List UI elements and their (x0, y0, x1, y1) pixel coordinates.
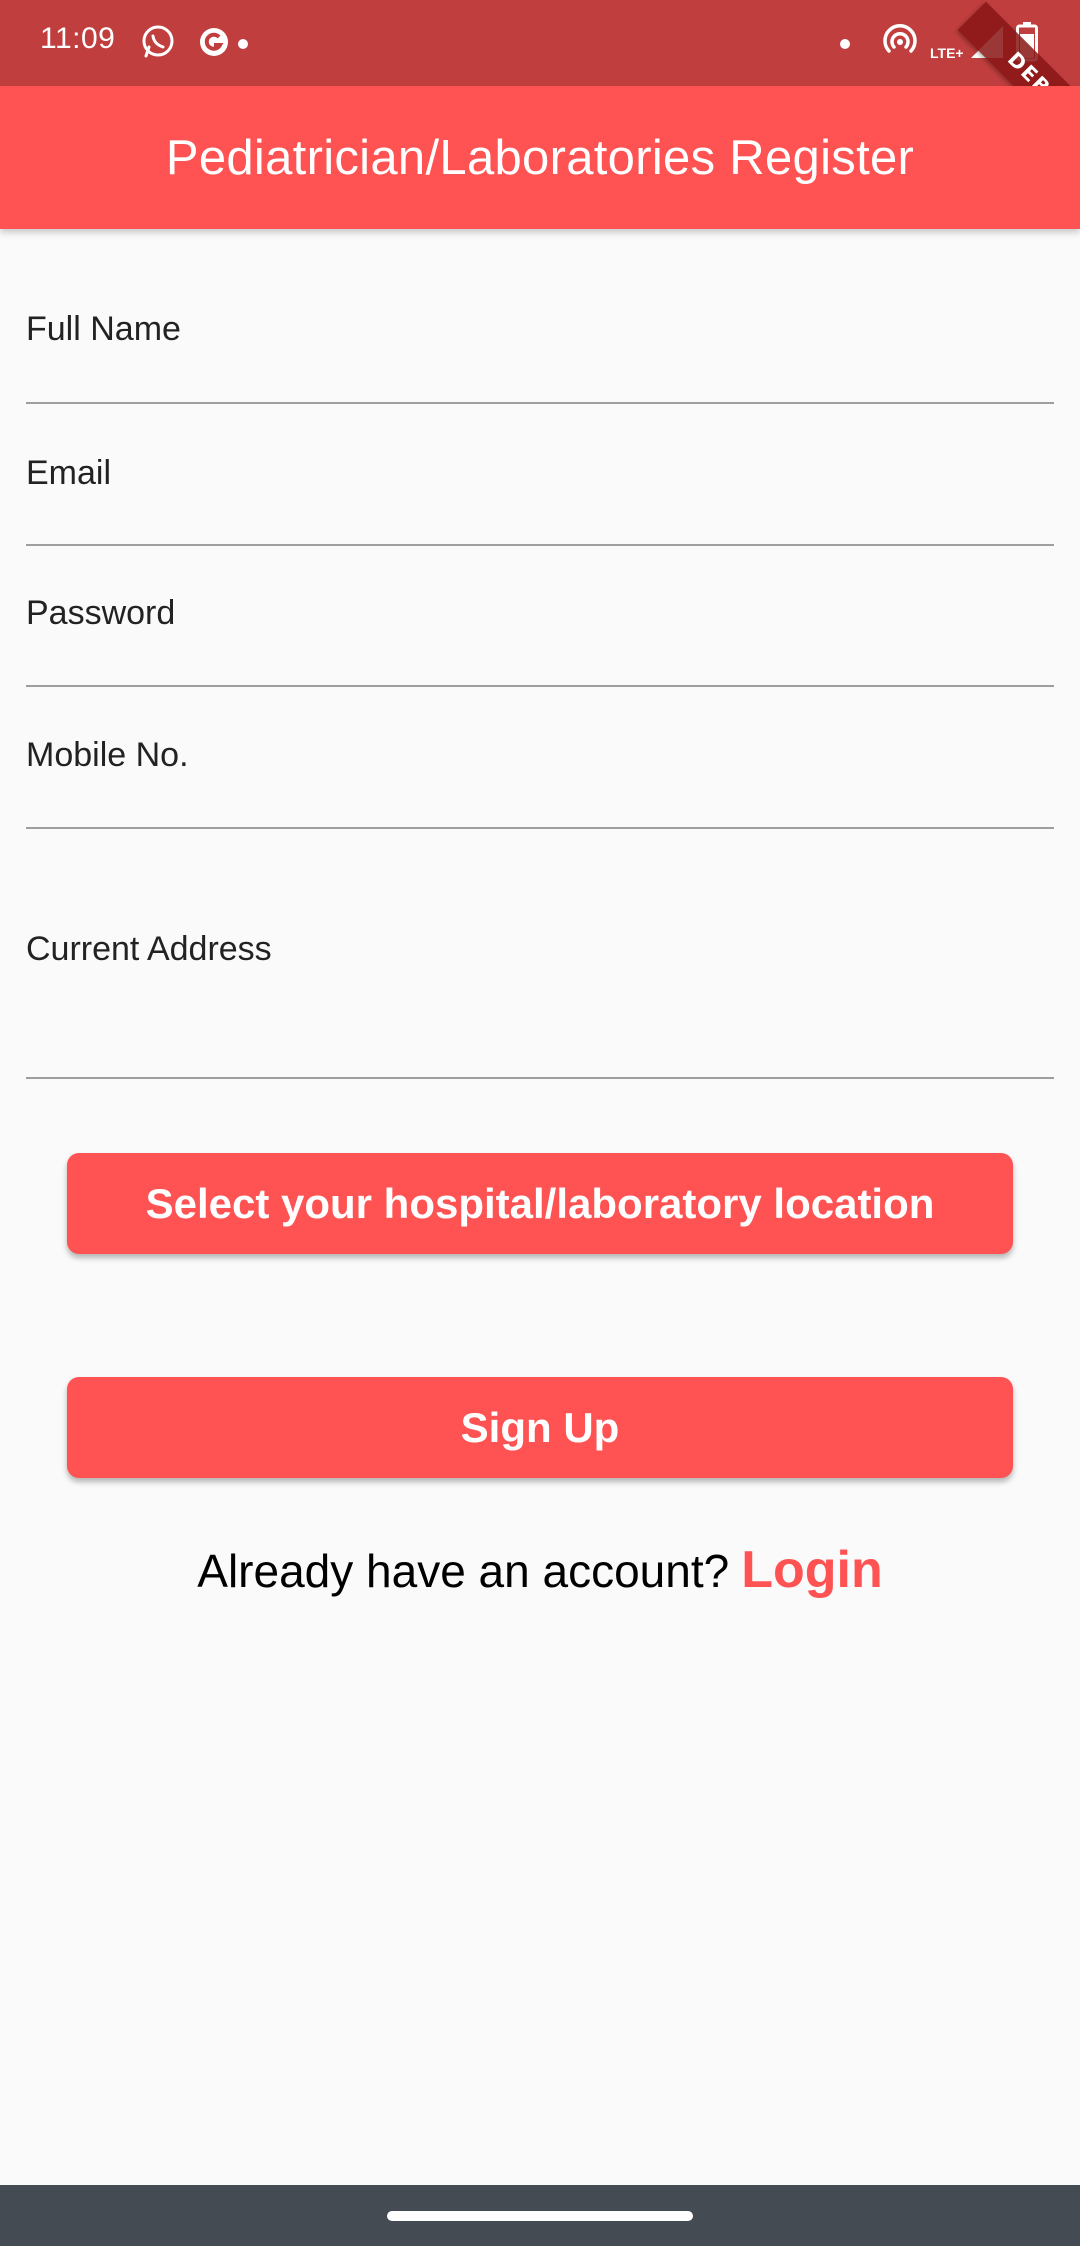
mobile-field[interactable]: Mobile No. (26, 727, 1054, 829)
status-dot (840, 39, 850, 49)
app-bar: Pediatrician/Laboratories Register (0, 86, 1080, 229)
sign-up-button[interactable]: Sign Up (67, 1377, 1013, 1478)
g-app-icon (197, 20, 231, 64)
login-prompt-text: Already have an account? (197, 1545, 730, 1597)
page-title: Pediatrician/Laboratories Register (165, 130, 915, 185)
address-field[interactable]: Current Address (26, 920, 1054, 1079)
full-name-field[interactable]: Full Name (26, 300, 1054, 404)
password-label: Password (26, 594, 176, 632)
email-field[interactable]: Email (26, 444, 1054, 546)
status-time: 11:09 (40, 22, 116, 55)
address-label: Current Address (26, 930, 272, 968)
notification-dot (238, 39, 248, 49)
login-prompt: Already have an account? Login (0, 1540, 1080, 1610)
email-label: Email (26, 454, 112, 492)
full-name-label: Full Name (26, 310, 181, 348)
status-bar: 11:09 LTE+ DEBUG (0, 0, 1080, 172)
mobile-label: Mobile No. (26, 736, 189, 774)
navigation-bar (0, 2185, 1080, 2246)
password-field[interactable]: Password (26, 586, 1054, 687)
whatsapp-icon (138, 20, 178, 64)
hotspot-icon (880, 20, 920, 64)
network-type: LTE+ (930, 45, 964, 61)
login-link[interactable]: Login (741, 1540, 883, 1600)
select-location-button[interactable]: Select your hospital/laboratory location (67, 1153, 1013, 1254)
home-gesture-bar[interactable] (387, 2211, 693, 2221)
